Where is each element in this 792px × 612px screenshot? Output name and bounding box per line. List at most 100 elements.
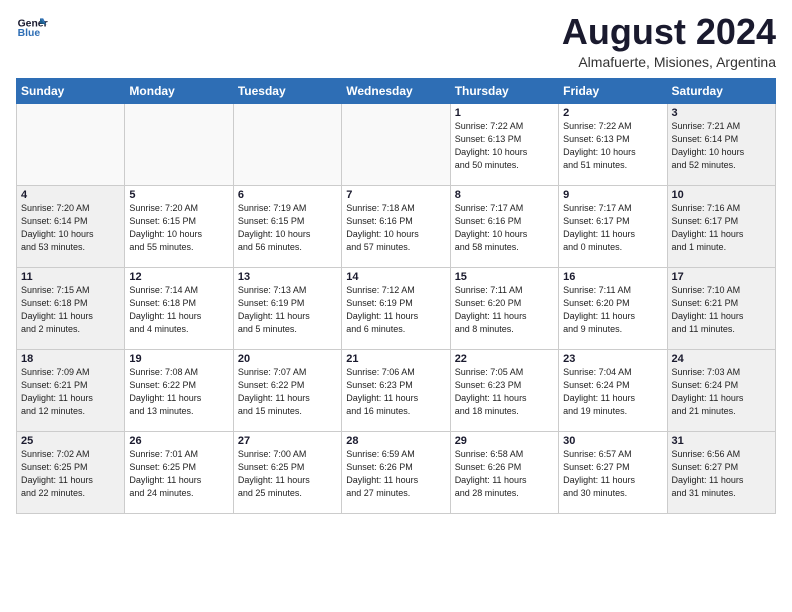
day-number: 20 (238, 353, 337, 365)
day-info: Sunrise: 6:57 AMSunset: 6:27 PMDaylight:… (563, 448, 662, 500)
day-info: Sunrise: 7:20 AMSunset: 6:14 PMDaylight:… (21, 202, 120, 254)
day-info: Sunrise: 6:59 AMSunset: 6:26 PMDaylight:… (346, 448, 445, 500)
calendar-cell: 20Sunrise: 7:07 AMSunset: 6:22 PMDayligh… (233, 349, 341, 431)
subtitle: Almafuerte, Misiones, Argentina (562, 54, 776, 70)
weekday-header-sunday: Sunday (17, 78, 125, 103)
calendar-cell: 2Sunrise: 7:22 AMSunset: 6:13 PMDaylight… (559, 103, 667, 185)
calendar-cell (17, 103, 125, 185)
day-info: Sunrise: 7:19 AMSunset: 6:15 PMDaylight:… (238, 202, 337, 254)
day-number: 2 (563, 107, 662, 119)
calendar-cell: 22Sunrise: 7:05 AMSunset: 6:23 PMDayligh… (450, 349, 558, 431)
logo: General Blue (16, 12, 48, 44)
calendar-cell: 16Sunrise: 7:11 AMSunset: 6:20 PMDayligh… (559, 267, 667, 349)
day-info: Sunrise: 7:14 AMSunset: 6:18 PMDaylight:… (129, 284, 228, 336)
day-info: Sunrise: 7:10 AMSunset: 6:21 PMDaylight:… (672, 284, 771, 336)
week-row-4: 18Sunrise: 7:09 AMSunset: 6:21 PMDayligh… (17, 349, 776, 431)
calendar-cell: 28Sunrise: 6:59 AMSunset: 6:26 PMDayligh… (342, 431, 450, 513)
day-number: 28 (346, 435, 445, 447)
calendar-cell: 6Sunrise: 7:19 AMSunset: 6:15 PMDaylight… (233, 185, 341, 267)
calendar-cell: 17Sunrise: 7:10 AMSunset: 6:21 PMDayligh… (667, 267, 775, 349)
calendar-cell: 30Sunrise: 6:57 AMSunset: 6:27 PMDayligh… (559, 431, 667, 513)
day-info: Sunrise: 7:22 AMSunset: 6:13 PMDaylight:… (455, 120, 554, 172)
day-info: Sunrise: 7:15 AMSunset: 6:18 PMDaylight:… (21, 284, 120, 336)
calendar-table: SundayMondayTuesdayWednesdayThursdayFrid… (16, 78, 776, 514)
day-info: Sunrise: 7:22 AMSunset: 6:13 PMDaylight:… (563, 120, 662, 172)
calendar-cell (342, 103, 450, 185)
calendar-cell: 26Sunrise: 7:01 AMSunset: 6:25 PMDayligh… (125, 431, 233, 513)
day-info: Sunrise: 7:00 AMSunset: 6:25 PMDaylight:… (238, 448, 337, 500)
weekday-header-thursday: Thursday (450, 78, 558, 103)
main-title: August 2024 (562, 12, 776, 52)
week-row-5: 25Sunrise: 7:02 AMSunset: 6:25 PMDayligh… (17, 431, 776, 513)
calendar-cell: 14Sunrise: 7:12 AMSunset: 6:19 PMDayligh… (342, 267, 450, 349)
calendar-cell: 21Sunrise: 7:06 AMSunset: 6:23 PMDayligh… (342, 349, 450, 431)
day-info: Sunrise: 7:07 AMSunset: 6:22 PMDaylight:… (238, 366, 337, 418)
calendar-cell: 31Sunrise: 6:56 AMSunset: 6:27 PMDayligh… (667, 431, 775, 513)
day-info: Sunrise: 7:09 AMSunset: 6:21 PMDaylight:… (21, 366, 120, 418)
day-info: Sunrise: 7:17 AMSunset: 6:16 PMDaylight:… (455, 202, 554, 254)
day-number: 6 (238, 189, 337, 201)
title-block: August 2024 Almafuerte, Misiones, Argent… (562, 12, 776, 70)
day-info: Sunrise: 7:02 AMSunset: 6:25 PMDaylight:… (21, 448, 120, 500)
calendar-cell: 5Sunrise: 7:20 AMSunset: 6:15 PMDaylight… (125, 185, 233, 267)
weekday-header-row: SundayMondayTuesdayWednesdayThursdayFrid… (17, 78, 776, 103)
calendar-cell: 4Sunrise: 7:20 AMSunset: 6:14 PMDaylight… (17, 185, 125, 267)
day-info: Sunrise: 7:08 AMSunset: 6:22 PMDaylight:… (129, 366, 228, 418)
day-info: Sunrise: 7:06 AMSunset: 6:23 PMDaylight:… (346, 366, 445, 418)
day-number: 27 (238, 435, 337, 447)
day-number: 4 (21, 189, 120, 201)
calendar-cell: 25Sunrise: 7:02 AMSunset: 6:25 PMDayligh… (17, 431, 125, 513)
day-number: 29 (455, 435, 554, 447)
day-number: 9 (563, 189, 662, 201)
day-number: 15 (455, 271, 554, 283)
calendar-cell: 15Sunrise: 7:11 AMSunset: 6:20 PMDayligh… (450, 267, 558, 349)
calendar-cell: 8Sunrise: 7:17 AMSunset: 6:16 PMDaylight… (450, 185, 558, 267)
day-number: 24 (672, 353, 771, 365)
day-info: Sunrise: 6:58 AMSunset: 6:26 PMDaylight:… (455, 448, 554, 500)
day-number: 12 (129, 271, 228, 283)
day-info: Sunrise: 7:12 AMSunset: 6:19 PMDaylight:… (346, 284, 445, 336)
day-number: 11 (21, 271, 120, 283)
day-number: 14 (346, 271, 445, 283)
weekday-header-tuesday: Tuesday (233, 78, 341, 103)
day-number: 3 (672, 107, 771, 119)
day-number: 7 (346, 189, 445, 201)
day-number: 19 (129, 353, 228, 365)
calendar-cell: 23Sunrise: 7:04 AMSunset: 6:24 PMDayligh… (559, 349, 667, 431)
day-number: 8 (455, 189, 554, 201)
logo-icon: General Blue (16, 12, 48, 44)
day-info: Sunrise: 7:11 AMSunset: 6:20 PMDaylight:… (563, 284, 662, 336)
day-number: 5 (129, 189, 228, 201)
weekday-header-saturday: Saturday (667, 78, 775, 103)
page: General Blue August 2024 Almafuerte, Mis… (0, 0, 792, 524)
calendar-cell: 24Sunrise: 7:03 AMSunset: 6:24 PMDayligh… (667, 349, 775, 431)
day-info: Sunrise: 7:17 AMSunset: 6:17 PMDaylight:… (563, 202, 662, 254)
day-number: 22 (455, 353, 554, 365)
calendar-cell: 12Sunrise: 7:14 AMSunset: 6:18 PMDayligh… (125, 267, 233, 349)
weekday-header-wednesday: Wednesday (342, 78, 450, 103)
day-info: Sunrise: 7:04 AMSunset: 6:24 PMDaylight:… (563, 366, 662, 418)
day-info: Sunrise: 7:18 AMSunset: 6:16 PMDaylight:… (346, 202, 445, 254)
calendar-cell: 7Sunrise: 7:18 AMSunset: 6:16 PMDaylight… (342, 185, 450, 267)
svg-text:Blue: Blue (18, 28, 41, 39)
day-number: 26 (129, 435, 228, 447)
day-info: Sunrise: 7:16 AMSunset: 6:17 PMDaylight:… (672, 202, 771, 254)
day-info: Sunrise: 6:56 AMSunset: 6:27 PMDaylight:… (672, 448, 771, 500)
day-number: 23 (563, 353, 662, 365)
calendar-cell: 18Sunrise: 7:09 AMSunset: 6:21 PMDayligh… (17, 349, 125, 431)
day-number: 21 (346, 353, 445, 365)
calendar-cell: 11Sunrise: 7:15 AMSunset: 6:18 PMDayligh… (17, 267, 125, 349)
calendar-cell (125, 103, 233, 185)
day-number: 18 (21, 353, 120, 365)
calendar-cell: 1Sunrise: 7:22 AMSunset: 6:13 PMDaylight… (450, 103, 558, 185)
day-number: 16 (563, 271, 662, 283)
day-number: 25 (21, 435, 120, 447)
calendar-cell: 10Sunrise: 7:16 AMSunset: 6:17 PMDayligh… (667, 185, 775, 267)
day-number: 30 (563, 435, 662, 447)
day-info: Sunrise: 7:01 AMSunset: 6:25 PMDaylight:… (129, 448, 228, 500)
calendar-cell: 3Sunrise: 7:21 AMSunset: 6:14 PMDaylight… (667, 103, 775, 185)
calendar-cell (233, 103, 341, 185)
day-info: Sunrise: 7:20 AMSunset: 6:15 PMDaylight:… (129, 202, 228, 254)
week-row-3: 11Sunrise: 7:15 AMSunset: 6:18 PMDayligh… (17, 267, 776, 349)
day-info: Sunrise: 7:05 AMSunset: 6:23 PMDaylight:… (455, 366, 554, 418)
